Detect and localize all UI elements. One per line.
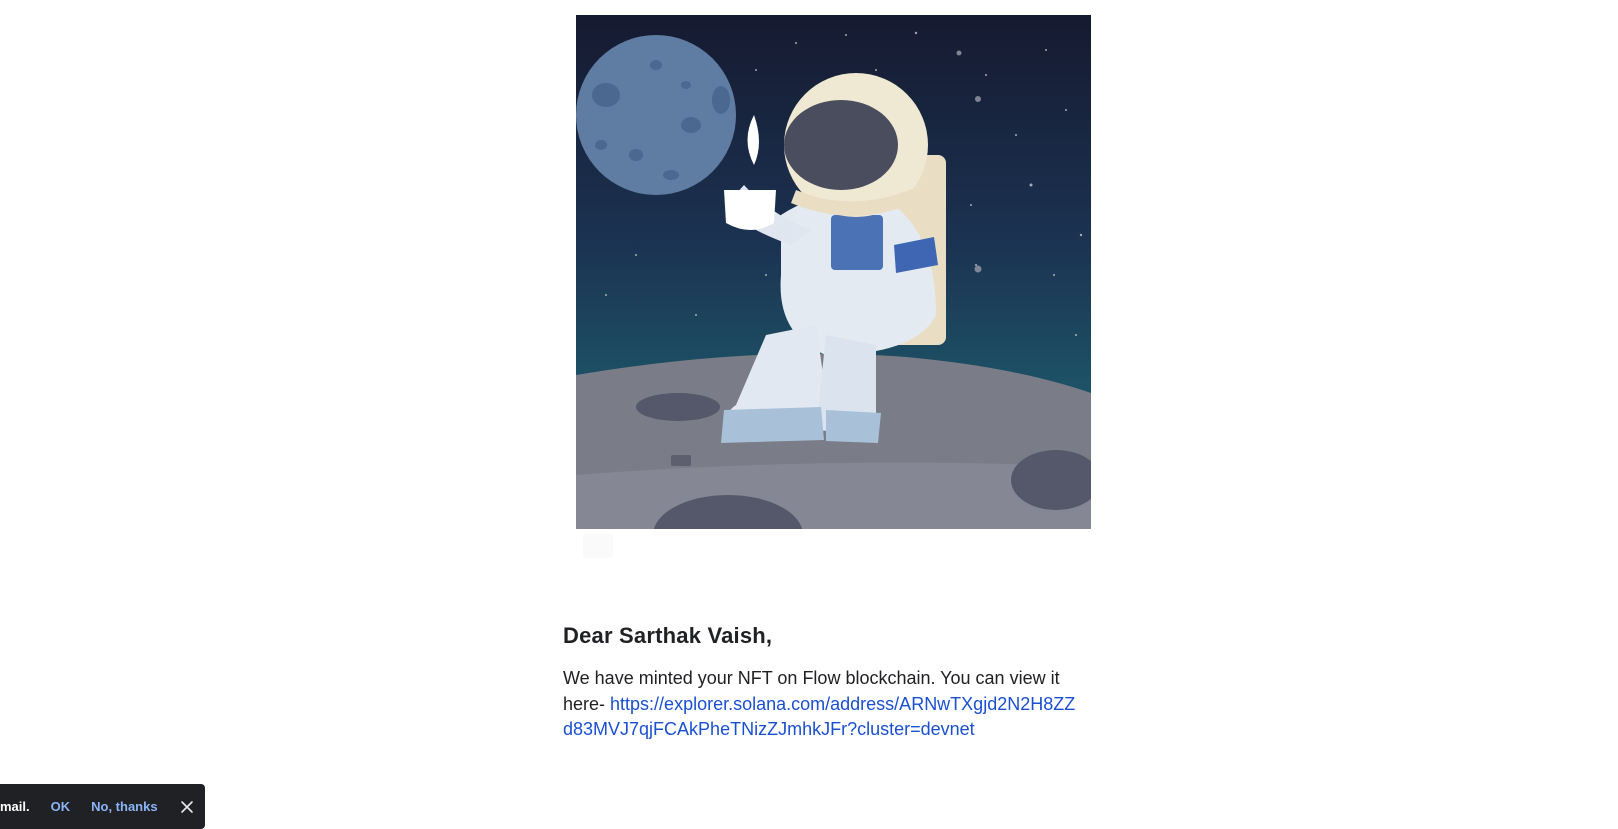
explorer-link[interactable]: https://explorer.solana.com/address/ARNw…	[563, 694, 1075, 740]
greeting-heading: Dear Sarthak Vaish,	[563, 623, 773, 648]
snackbar: mail. OK No, thanks	[0, 784, 205, 829]
no-thanks-button[interactable]: No, thanks	[91, 799, 157, 814]
image-caption-placeholder	[583, 534, 613, 558]
nft-image	[576, 15, 1091, 529]
close-icon[interactable]	[180, 800, 194, 814]
ok-button[interactable]: OK	[51, 799, 71, 814]
snackbar-message: mail.	[0, 799, 30, 814]
email-message: We have minted your NFT on Flow blockcha…	[563, 666, 1083, 743]
